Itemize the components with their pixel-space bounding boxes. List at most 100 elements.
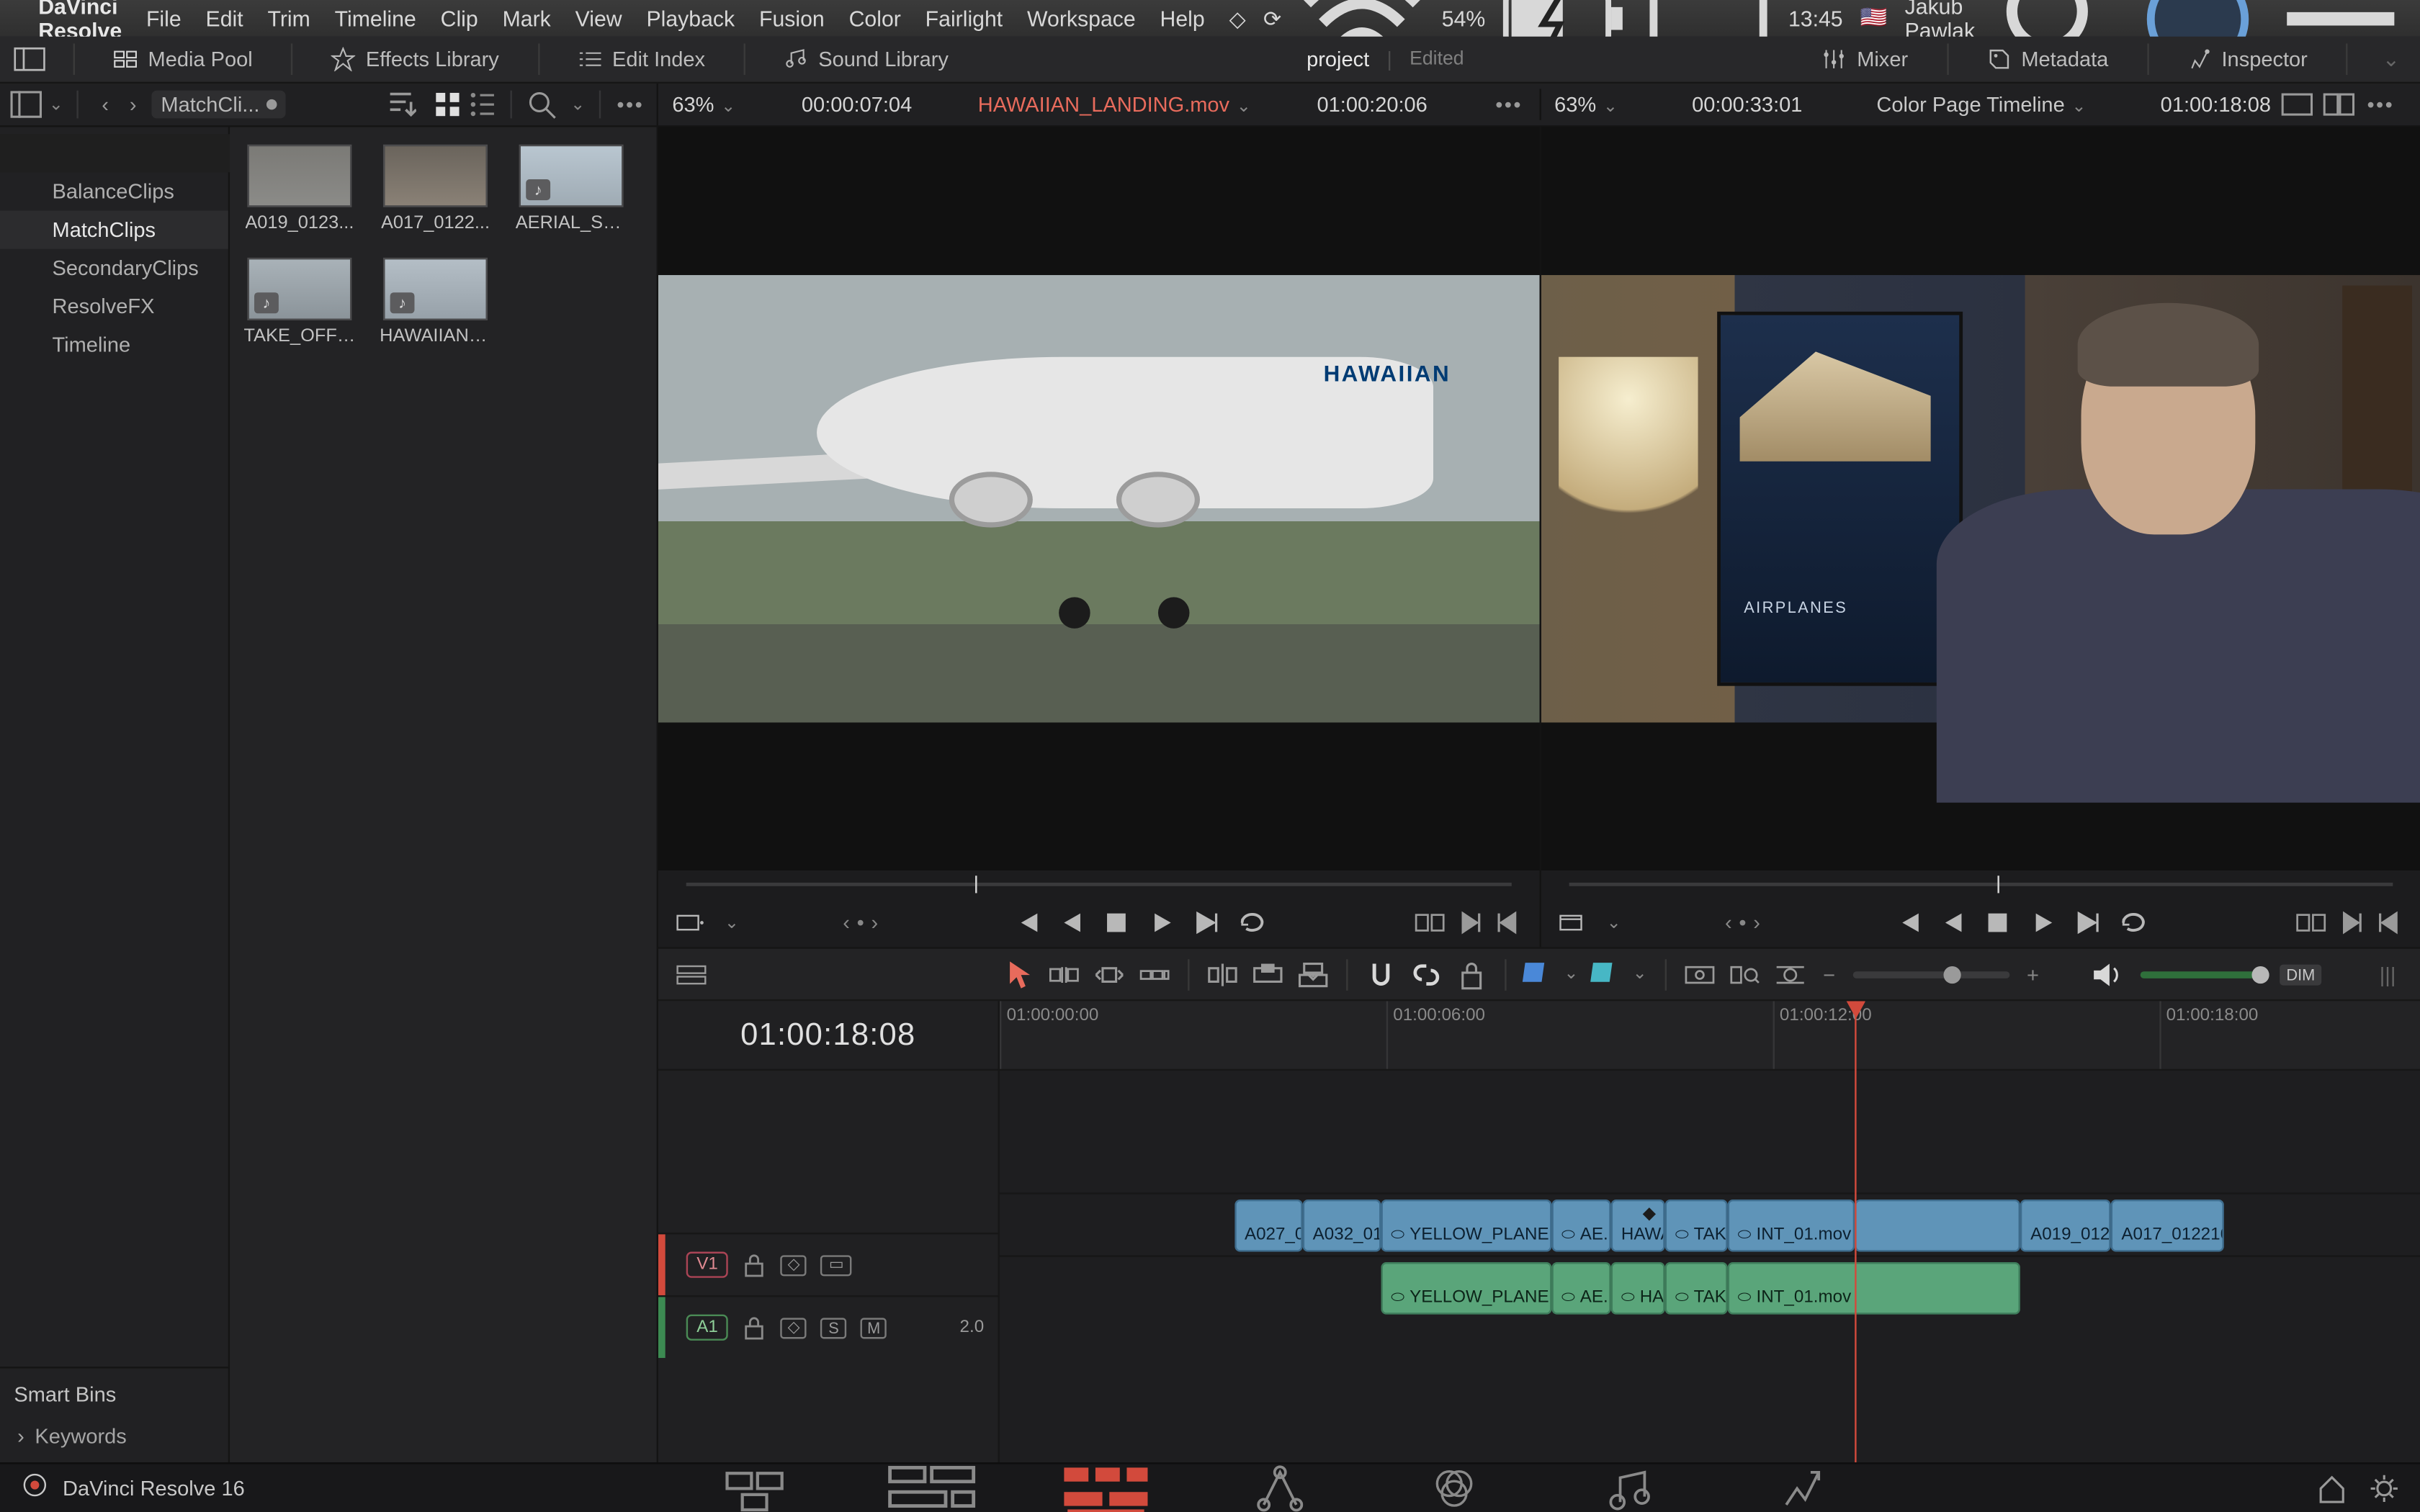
dual-viewer-icon[interactable] <box>2323 89 2355 120</box>
tray-diamond-icon[interactable]: ◇ <box>1229 5 1246 31</box>
menu-fairlight[interactable]: Fairlight <box>926 6 1003 30</box>
rec-in-icon[interactable] <box>2337 909 2365 937</box>
video-clip[interactable]: A027_01... <box>1234 1200 1302 1252</box>
volume-slider[interactable] <box>2140 971 2262 978</box>
menu-playback[interactable]: Playback <box>646 6 735 30</box>
options-icon[interactable]: ••• <box>615 89 647 120</box>
src-loop-icon[interactable] <box>1238 909 1266 937</box>
video-clip[interactable] <box>1855 1200 2020 1252</box>
blade-tool-icon[interactable] <box>1139 958 1170 990</box>
selection-tool-icon[interactable] <box>1003 958 1035 990</box>
source-scrubber[interactable] <box>686 883 1511 886</box>
tab-fusion[interactable] <box>1228 1463 1332 1512</box>
search-icon[interactable] <box>525 89 557 120</box>
zoom-custom-icon[interactable] <box>1774 958 1806 990</box>
audio-clip[interactable]: ⬭YELLOW_PLANE.mov <box>1381 1262 1551 1315</box>
video-clip[interactable]: A017_0122165... <box>2111 1200 2225 1252</box>
video-clip[interactable]: ⬭INT_01.mov <box>1727 1200 1855 1252</box>
rec-prev-icon[interactable] <box>1939 909 1967 937</box>
src-in-icon[interactable] <box>1455 909 1483 937</box>
track-header-v1[interactable]: V1 ◇ ▭ <box>658 1233 998 1295</box>
video-clip[interactable]: HAWA...◆ <box>1610 1200 1664 1252</box>
clip-thumb[interactable]: ♪AERIAL_SF... <box>516 145 627 233</box>
track-auto-icon[interactable]: ◇ <box>781 1254 807 1275</box>
snap-icon[interactable] <box>1366 958 1397 990</box>
track-lock-icon[interactable] <box>743 1253 767 1277</box>
record-canvas[interactable]: AIRPLANES <box>1541 127 2420 870</box>
flag-blue[interactable] <box>1524 962 1543 986</box>
video-track[interactable]: A027_01...A032_01...⬭YELLOW_PLANE.mov⬭AE… <box>1000 1192 2420 1255</box>
record-scrubber[interactable] <box>1568 883 2393 886</box>
bin-resolvefx[interactable]: ResolveFX <box>0 287 228 325</box>
tab-fairlight[interactable] <box>1577 1463 1681 1512</box>
menu-view[interactable]: View <box>575 6 622 30</box>
clip-thumb[interactable]: ♪TAKE_OFF_... <box>244 258 356 346</box>
rec-first-icon[interactable] <box>1894 909 1922 937</box>
dynamic-trim-icon[interactable] <box>1094 958 1126 990</box>
audio-clip[interactable]: ⬭TAK... <box>1664 1262 1727 1315</box>
clip-thumb[interactable]: A019_0123... <box>244 145 356 233</box>
sound-library-button[interactable]: Sound Library <box>773 43 959 75</box>
rec-jog-prev[interactable]: ‹ <box>1725 911 1732 935</box>
rec-play-icon[interactable] <box>2030 909 2058 937</box>
menu-color[interactable]: Color <box>849 6 901 30</box>
menu-clip[interactable]: Clip <box>441 6 478 30</box>
zoom-in-icon[interactable]: + <box>2027 962 2039 986</box>
home-icon[interactable] <box>2316 1472 2348 1503</box>
project-settings-icon[interactable] <box>2368 1472 2400 1503</box>
src-play-icon[interactable] <box>1147 909 1175 937</box>
v1-badge[interactable]: V1 <box>686 1252 729 1278</box>
track-header-a1[interactable]: A1 ◇ S M 2.0 <box>658 1295 998 1358</box>
grid-view-icon[interactable] <box>433 89 461 120</box>
audio-clip[interactable]: ⬭INT_01.mov <box>1727 1262 2020 1315</box>
smartbin-keywords[interactable]: ›Keywords <box>14 1421 214 1452</box>
tab-media[interactable] <box>706 1463 810 1512</box>
audio-track[interactable]: ⬭YELLOW_PLANE.mov⬭AE...⬭HAWA...⬭TAK...⬭I… <box>1000 1255 2420 1318</box>
menu-workspace[interactable]: Workspace <box>1027 6 1136 30</box>
clock[interactable]: 13:45 <box>1788 6 1843 30</box>
volume-icon[interactable] <box>2092 958 2123 990</box>
tl-options-icon[interactable]: ||| <box>2372 958 2403 990</box>
timeline-timecode[interactable]: 01:00:18:08 <box>658 1001 998 1071</box>
rec-options-icon[interactable]: ••• <box>2365 89 2397 120</box>
tl-view-icon[interactable] <box>676 958 707 990</box>
trim-tool-icon[interactable] <box>1049 958 1080 990</box>
mixer-button[interactable]: Mixer <box>1811 43 1918 75</box>
zoom-detail-icon[interactable] <box>1729 958 1761 990</box>
track-enable-icon[interactable]: ▭ <box>820 1254 852 1275</box>
menu-edit[interactable]: Edit <box>206 6 243 30</box>
clip-thumb[interactable]: A017_0122... <box>380 145 491 233</box>
flag-cyan[interactable] <box>1592 962 1612 986</box>
media-pool-button[interactable]: Media Pool <box>103 43 264 75</box>
src-clip-name[interactable]: HAWAIIAN_LANDING.mov <box>978 92 1229 117</box>
zoom-slider[interactable] <box>1852 971 2009 978</box>
timeline-ruler[interactable]: 01:00:00:0001:00:06:0001:00:12:0001:00:1… <box>1000 1001 2420 1071</box>
tab-edit[interactable] <box>1054 1463 1158 1512</box>
single-viewer-icon[interactable] <box>2282 89 2313 120</box>
src-next-icon[interactable] <box>1193 909 1221 937</box>
metadata-button[interactable]: Metadata <box>1976 43 2118 75</box>
audio-clip[interactable]: ⬭HAWA... <box>1610 1262 1664 1315</box>
expand-icon[interactable]: ⌄ <box>2375 43 2407 75</box>
breadcrumb[interactable]: MatchCli... <box>152 91 285 119</box>
source-canvas[interactable]: HAWAIIAN <box>658 127 1538 870</box>
zoom-full-icon[interactable] <box>1684 958 1716 990</box>
bin-secondaryclips[interactable]: SecondaryClips <box>0 249 228 287</box>
tab-deliver[interactable] <box>1751 1463 1855 1512</box>
layout-icon[interactable] <box>14 43 45 75</box>
src-matchframe-icon[interactable] <box>1413 907 1445 939</box>
dim-button[interactable]: DIM <box>2280 963 2322 984</box>
src-options-icon[interactable]: ••• <box>1493 89 1525 120</box>
zoom-out-icon[interactable]: − <box>1823 962 1835 986</box>
track-mute-icon[interactable]: M <box>861 1317 887 1338</box>
menu-mark[interactable]: Mark <box>503 6 551 30</box>
src-jog-next[interactable]: › <box>871 911 878 935</box>
link-icon[interactable] <box>1411 958 1443 990</box>
menu-file[interactable]: File <box>146 6 182 30</box>
menu-help[interactable]: Help <box>1160 6 1205 30</box>
edit-index-button[interactable]: Edit Index <box>567 43 715 75</box>
nav-back-icon[interactable]: ‹ <box>93 92 117 117</box>
bin-balanceclips[interactable]: BalanceClips <box>0 172 228 210</box>
inspector-button[interactable]: Inspector <box>2177 43 2318 75</box>
rec-jog-next[interactable]: › <box>1753 911 1760 935</box>
